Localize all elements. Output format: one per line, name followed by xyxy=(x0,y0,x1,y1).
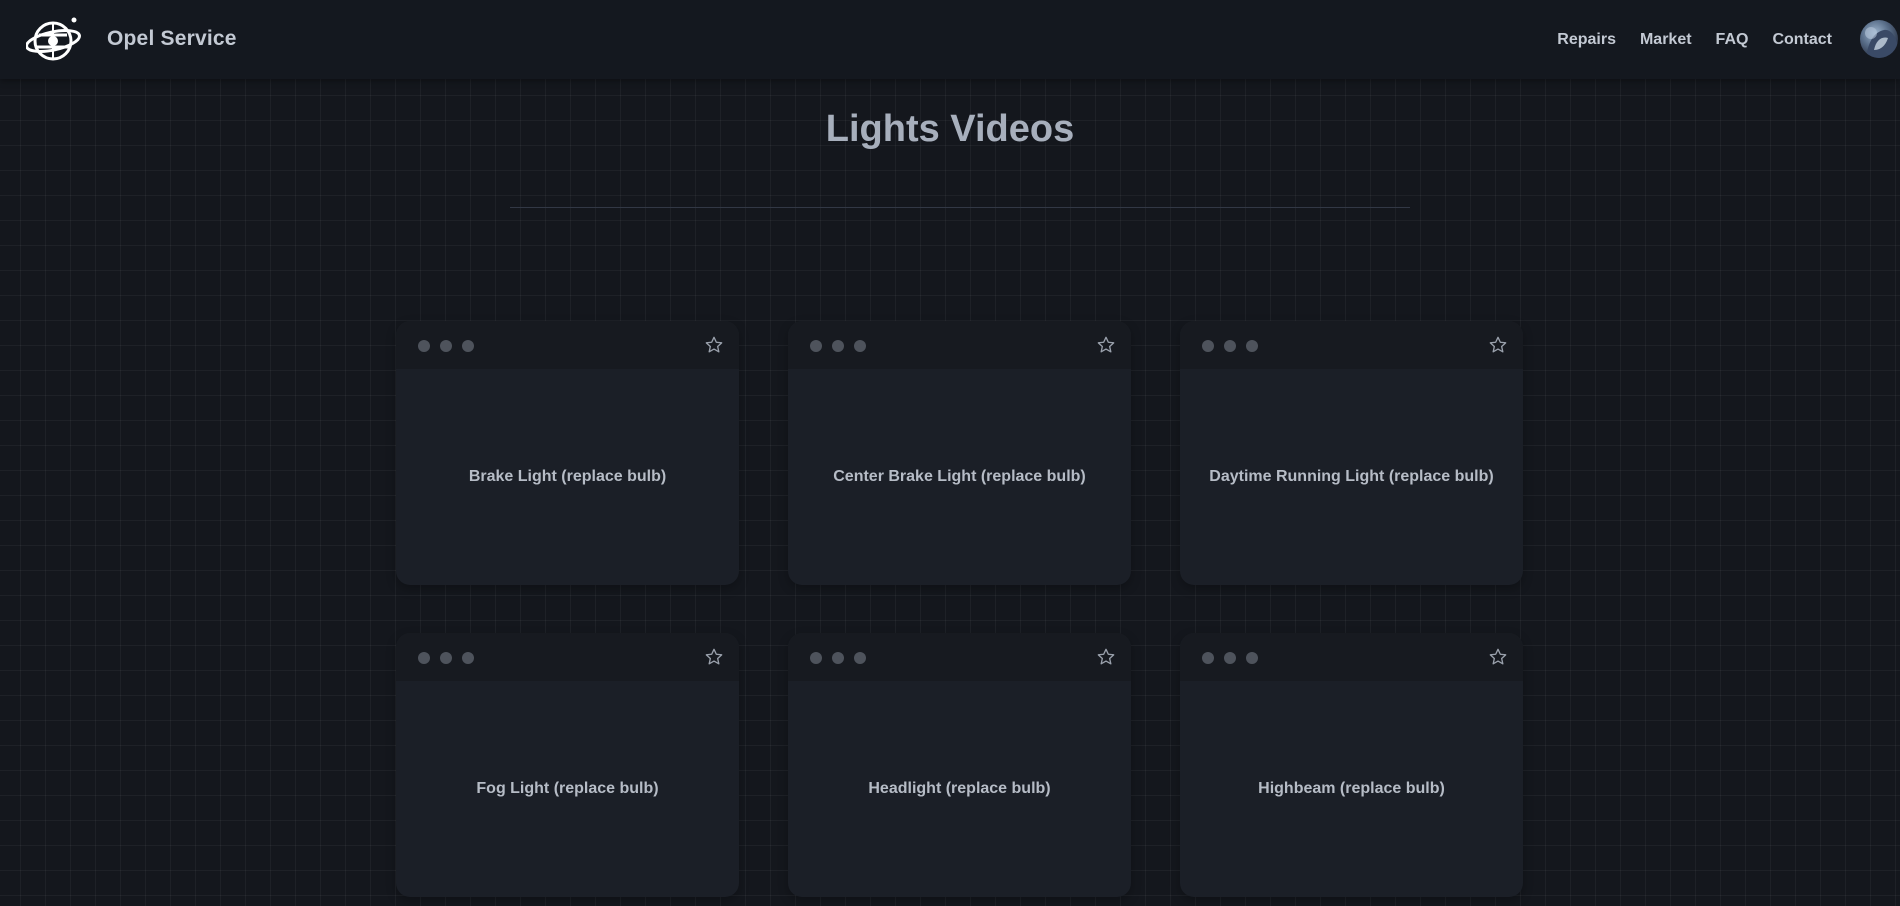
nav-links: Repairs Market FAQ Contact xyxy=(1533,0,1832,79)
dot-icon xyxy=(854,652,866,664)
card-header xyxy=(396,321,739,369)
video-card[interactable]: Center Brake Light (replace bulb) xyxy=(788,321,1131,585)
card-title: Daytime Running Light (replace bulb) xyxy=(1209,468,1494,485)
card-title: Center Brake Light (replace bulb) xyxy=(833,468,1086,485)
nav-link-repairs[interactable]: Repairs xyxy=(1557,31,1616,49)
dot-icon xyxy=(1246,652,1258,664)
dot-icon xyxy=(810,340,822,352)
dot-icon xyxy=(1224,340,1236,352)
nav-link-market[interactable]: Market xyxy=(1640,31,1692,49)
dot-icon xyxy=(832,340,844,352)
star-icon[interactable] xyxy=(1096,335,1116,355)
dot-icon xyxy=(440,652,452,664)
dot-icon xyxy=(810,652,822,664)
card-header xyxy=(396,633,739,681)
dot-icon xyxy=(462,652,474,664)
navbar: Opel Service Repairs Market FAQ Contact xyxy=(0,0,1900,79)
video-card[interactable]: Headlight (replace bulb) xyxy=(788,633,1131,897)
dot-icon xyxy=(418,340,430,352)
page-title: Lights Videos xyxy=(825,108,1075,150)
nav-link-faq[interactable]: FAQ xyxy=(1716,31,1749,49)
dot-icon xyxy=(462,340,474,352)
video-card[interactable]: Brake Light (replace bulb) xyxy=(396,321,739,585)
card-header xyxy=(788,633,1131,681)
user-avatar[interactable] xyxy=(1860,20,1898,58)
star-icon[interactable] xyxy=(1488,647,1508,667)
video-card[interactable]: Daytime Running Light (replace bulb) xyxy=(1180,321,1523,585)
star-icon[interactable] xyxy=(704,335,724,355)
dot-icon xyxy=(854,340,866,352)
star-icon[interactable] xyxy=(1488,335,1508,355)
video-card[interactable]: Highbeam (replace bulb) xyxy=(1180,633,1523,897)
card-body: Highbeam (replace bulb) xyxy=(1180,681,1523,897)
title-divider xyxy=(510,207,1410,208)
card-title: Highbeam (replace bulb) xyxy=(1258,780,1445,797)
star-icon[interactable] xyxy=(704,647,724,667)
dot-icon xyxy=(1246,340,1258,352)
dot-icon xyxy=(1202,340,1214,352)
card-body: Headlight (replace bulb) xyxy=(788,681,1131,897)
dot-icon xyxy=(1202,652,1214,664)
card-header xyxy=(788,321,1131,369)
star-icon[interactable] xyxy=(1096,647,1116,667)
video-card[interactable]: Fog Light (replace bulb) xyxy=(396,633,739,897)
card-body: Center Brake Light (replace bulb) xyxy=(788,369,1131,585)
card-body: Daytime Running Light (replace bulb) xyxy=(1180,369,1523,585)
card-title: Headlight (replace bulb) xyxy=(868,780,1051,797)
dot-icon xyxy=(1224,652,1236,664)
avatar-image xyxy=(1865,27,1898,58)
dot-icon xyxy=(418,652,430,664)
brand-name[interactable]: Opel Service xyxy=(107,27,237,51)
card-title: Brake Light (replace bulb) xyxy=(468,468,667,485)
card-header xyxy=(1180,321,1523,369)
card-body: Brake Light (replace bulb) xyxy=(396,369,739,585)
dot-icon xyxy=(832,652,844,664)
dot-icon xyxy=(440,340,452,352)
card-header xyxy=(1180,633,1523,681)
card-body: Fog Light (replace bulb) xyxy=(396,681,739,897)
brand-logo-icon[interactable] xyxy=(26,14,82,64)
nav-link-contact[interactable]: Contact xyxy=(1772,31,1832,49)
card-title: Fog Light (replace bulb) xyxy=(476,780,659,797)
